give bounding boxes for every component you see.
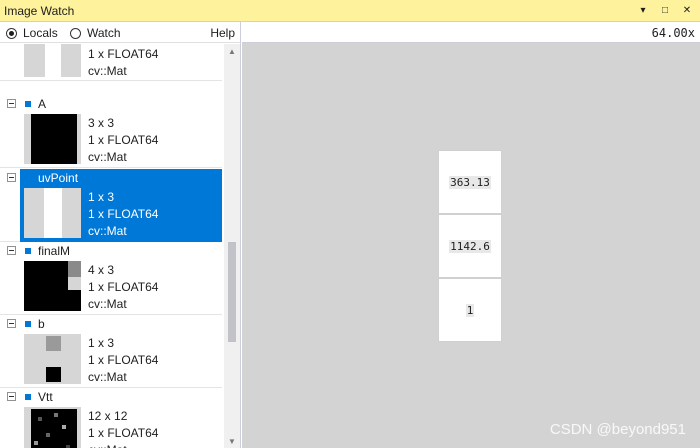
pixel-value: 363.13 [449,175,491,189]
item-size: 1 x FLOAT64 [88,47,159,61]
watch-panel: Locals Watch Help 1 x FLOAT64 cv::Mat A [0,22,241,448]
item-type: cv::Mat [88,442,158,448]
image-thumbnail [24,334,81,384]
zoom-level: 64.00x [651,26,695,40]
variable-icon [25,248,31,254]
watermark: CSDN @beyond951 [549,421,686,438]
collapse-icon[interactable] [7,173,16,182]
item-type: cv::Mat [88,224,127,238]
list-item[interactable]: finalM 4 x 3 1 x FLOAT64 cv::Mat [0,242,222,315]
variable-list[interactable]: 1 x FLOAT64 cv::Mat A 3 x 3 1 x FLOAT64 … [0,44,222,448]
scroll-up-icon[interactable]: ▲ [224,44,240,58]
help-link[interactable]: Help [210,26,235,40]
radio-selected-icon [6,27,17,39]
item-dims: 12 x 12 [88,409,128,423]
variable-icon [25,321,31,327]
variable-icon [25,394,31,400]
watch-toolbar: Locals Watch Help [0,22,240,43]
item-name: uvPoint [38,171,79,185]
item-type: cv::Mat [88,150,127,164]
item-dims: 4 x 3 [88,263,115,277]
item-size: 1 x FLOAT64 [88,133,159,147]
watch-label: Watch [87,26,121,40]
item-size: 1 x FLOAT64 [88,280,159,294]
scroll-down-icon[interactable]: ▼ [224,434,240,448]
item-size: 1 x FLOAT64 [88,353,159,367]
window-title: Image Watch [4,4,75,18]
image-thumbnail [24,407,81,448]
item-type: cv::Mat [88,64,127,78]
pixel-cell[interactable]: 363.13 [438,150,502,214]
variable-icon [25,101,31,107]
item-dims: 3 x 3 [88,116,115,130]
image-thumbnail [24,114,81,164]
scrollbar-thumb[interactable] [228,242,236,342]
pixel-value: 1142.6 [449,239,491,253]
image-viewer[interactable]: 64.00x 363.13 1142.6 1 CSDN @beyond951 [242,22,700,448]
maximize-icon[interactable]: □ [658,3,672,17]
item-size: 1 x FLOAT64 [88,207,159,221]
collapse-icon[interactable] [7,246,16,255]
image-thumbnail [24,44,81,77]
list-item-selected[interactable]: uvPoint 1 x 3 1 x FLOAT64 cv::Mat [0,169,222,242]
pixel-cell[interactable]: 1142.6 [438,214,502,278]
item-name: A [38,97,47,111]
list-scrollbar[interactable]: ▲ ▼ [224,44,240,448]
locals-radio[interactable]: Locals [6,26,58,40]
list-item[interactable]: b 1 x 3 1 x FLOAT64 cv::Mat [0,315,222,388]
radio-unselected-icon [70,27,81,39]
item-name: Vtt [38,390,53,404]
item-type: cv::Mat [88,370,127,384]
close-icon[interactable]: ✕ [680,3,694,17]
collapse-icon[interactable] [7,319,16,328]
item-dims: 1 x 3 [88,336,115,350]
pixel-grid[interactable]: 363.13 1142.6 1 [438,150,502,342]
item-name: finalM [38,244,71,258]
dropdown-icon[interactable]: ▾ [636,3,650,17]
item-dims: 1 x 3 [88,190,115,204]
list-item[interactable]: Vtt 12 x 12 1 x FLOAT64 cv::Mat [0,388,222,448]
item-type: cv::Mat [88,297,127,311]
item-name: b [38,317,45,331]
image-thumbnail [24,261,81,311]
viewer-toolbar: 64.00x [242,22,700,43]
item-size: 1 x FLOAT64 [88,426,159,440]
locals-label: Locals [23,26,58,40]
pixel-value: 1 [465,303,475,317]
pixel-cell[interactable]: 1 [438,278,502,342]
list-item[interactable]: 1 x FLOAT64 cv::Mat [0,44,222,81]
variable-icon [25,175,31,181]
image-thumbnail [24,188,81,238]
watch-radio[interactable]: Watch [70,26,121,40]
list-item[interactable]: A 3 x 3 1 x FLOAT64 cv::Mat [0,95,222,168]
collapse-icon[interactable] [7,99,16,108]
title-bar: Image Watch ▾ □ ✕ [0,0,700,22]
collapse-icon[interactable] [7,392,16,401]
